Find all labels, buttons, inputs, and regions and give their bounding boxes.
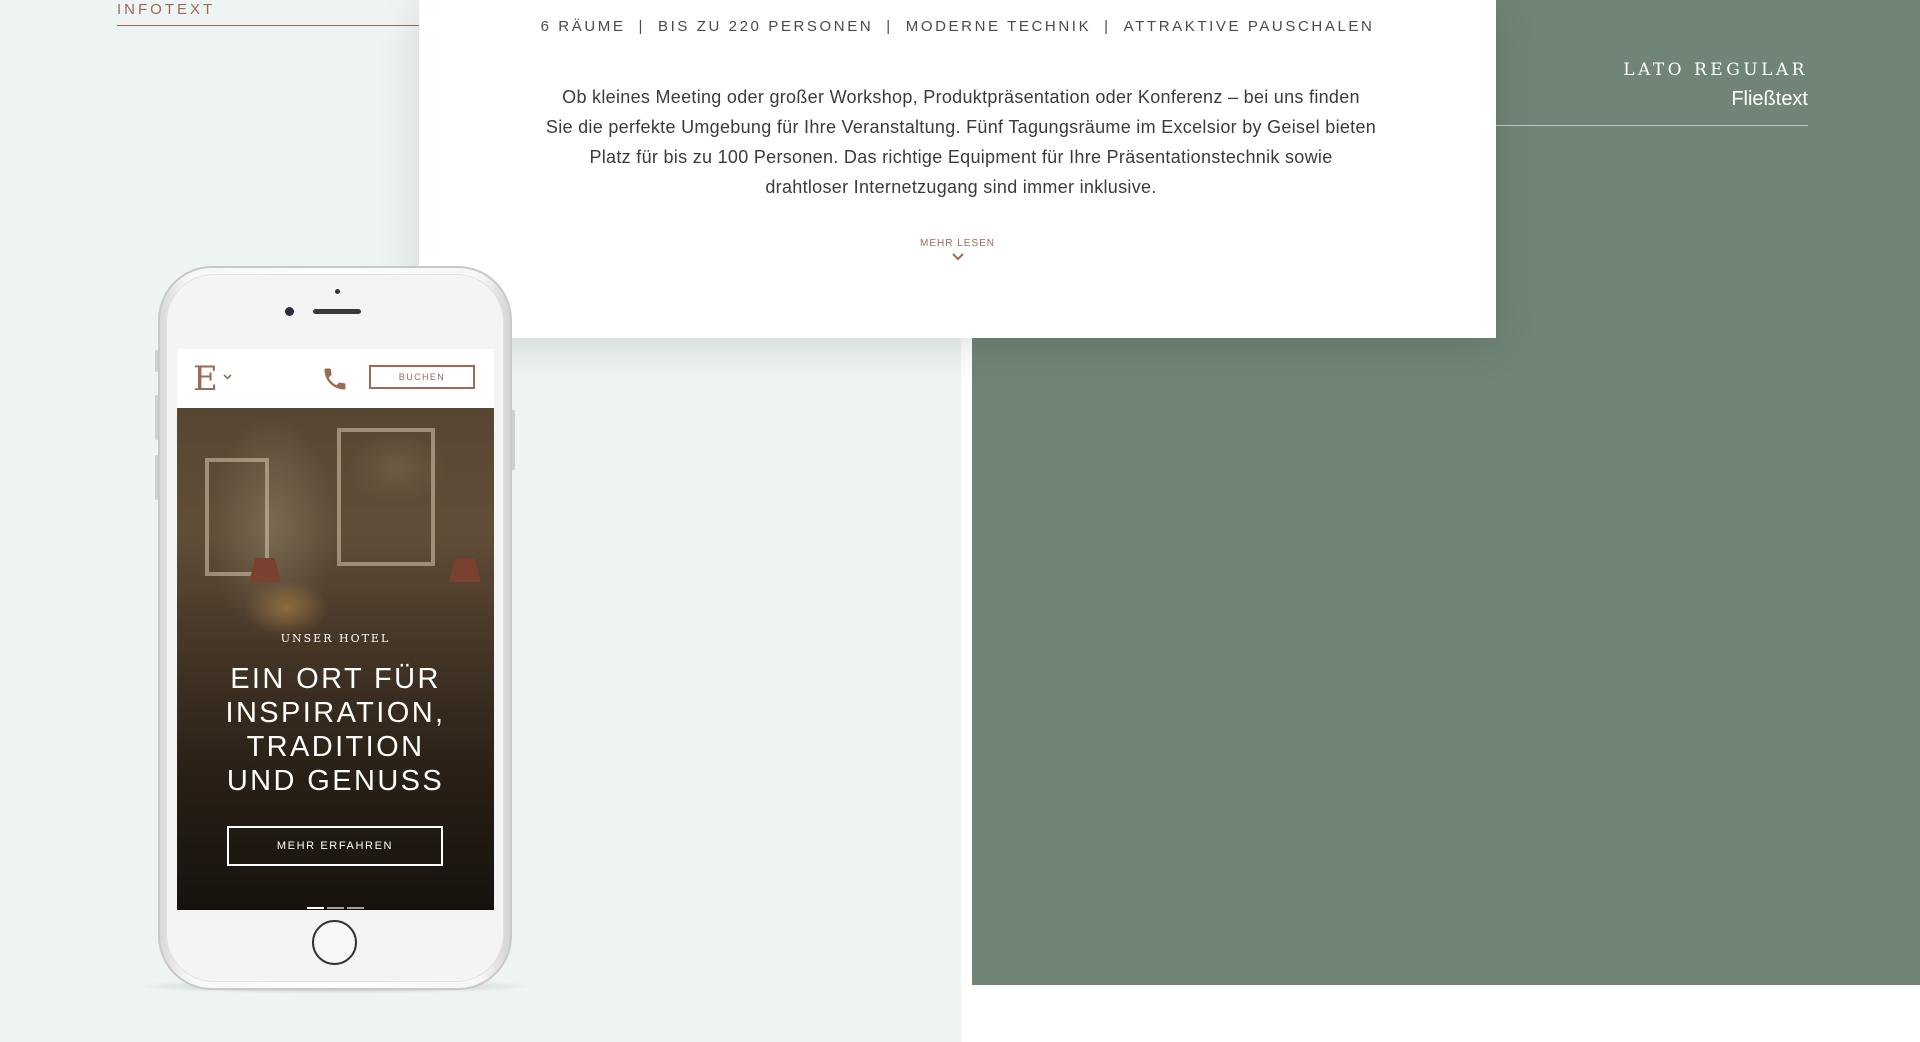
book-button[interactable]: BUCHEN: [369, 365, 475, 389]
hero-title-line: EIN ORT FÜR: [230, 663, 441, 695]
chevron-down-icon: [951, 253, 964, 261]
feature-separator: |: [1104, 18, 1111, 35]
phone-icon[interactable]: [321, 365, 349, 393]
phone-camera: [285, 307, 294, 316]
feature-capacity: BIS ZU 220 PERSONEN: [657, 18, 874, 35]
feature-rooms: 6 RÄUME: [540, 18, 626, 35]
phone-home-button: [312, 920, 357, 965]
card-body-text: Ob kleines Meeting oder großer Workshop,…: [521, 82, 1401, 202]
phone-sensor: [335, 289, 340, 294]
feature-separator: |: [638, 18, 645, 35]
body-line: Sie die perfekte Umgebung für Ihre Veran…: [545, 117, 1377, 137]
phone-power-button: [512, 410, 515, 470]
body-line: Ob kleines Meeting oder großer Workshop,…: [562, 87, 1360, 107]
mobile-logo[interactable]: E: [193, 359, 218, 399]
hero-title-line: TRADITION: [246, 731, 425, 763]
read-more-link[interactable]: MEHR LESEN: [419, 238, 1496, 262]
feature-separator: |: [886, 18, 893, 35]
hero-lamp-right: [449, 558, 481, 582]
slider-dot[interactable]: [307, 907, 324, 909]
hero-title-line: UND GENUSS: [226, 765, 445, 797]
phone-volume-down: [155, 455, 158, 500]
body-line: drahtloser Internetzugang sind immer ink…: [765, 177, 1157, 197]
feature-technology: MODERNE TECHNIK: [905, 18, 1092, 35]
hero-image: UNSER HOTEL EIN ORT FÜR INSPIRATION, TRA…: [177, 408, 494, 910]
hero-title-line: INSPIRATION,: [225, 697, 446, 729]
body-line: Platz für bis zu 100 Personen. Das richt…: [589, 147, 1333, 167]
slider-dot[interactable]: [327, 907, 344, 909]
hero-subtitle: UNSER HOTEL: [280, 632, 391, 645]
slider-dot[interactable]: [347, 907, 364, 909]
phone-speaker: [313, 309, 361, 314]
hero-title: EIN ORT FÜR INSPIRATION, TRADITION UND G…: [177, 662, 494, 798]
font-divider: [1451, 125, 1808, 126]
phone-mute-switch: [155, 350, 158, 372]
hero-fireplace-frame: [337, 428, 435, 566]
infotext-label: INFOTEXT: [117, 0, 435, 26]
feature-packages: ATTRAKTIVE PAUSCHALEN: [1123, 18, 1375, 35]
mobile-screen: E BUCHEN UNSER HOTEL EIN ORT FÜR INSPIRA…: [177, 349, 494, 910]
mobile-header: E BUCHEN: [177, 349, 494, 408]
read-more-label: MEHR LESEN: [919, 238, 995, 249]
learn-more-button[interactable]: MEHR ERFAHREN: [227, 826, 443, 866]
chevron-down-icon[interactable]: [223, 374, 232, 380]
feature-list: 6 RÄUME | BIS ZU 220 PERSONEN | MODERNE TECH…: [419, 18, 1496, 35]
phone-volume-up: [155, 395, 158, 440]
slider-dots: [307, 896, 367, 910]
info-card: 6 RÄUME | BIS ZU 220 PERSONEN | MODERNE TECH…: [419, 0, 1496, 338]
